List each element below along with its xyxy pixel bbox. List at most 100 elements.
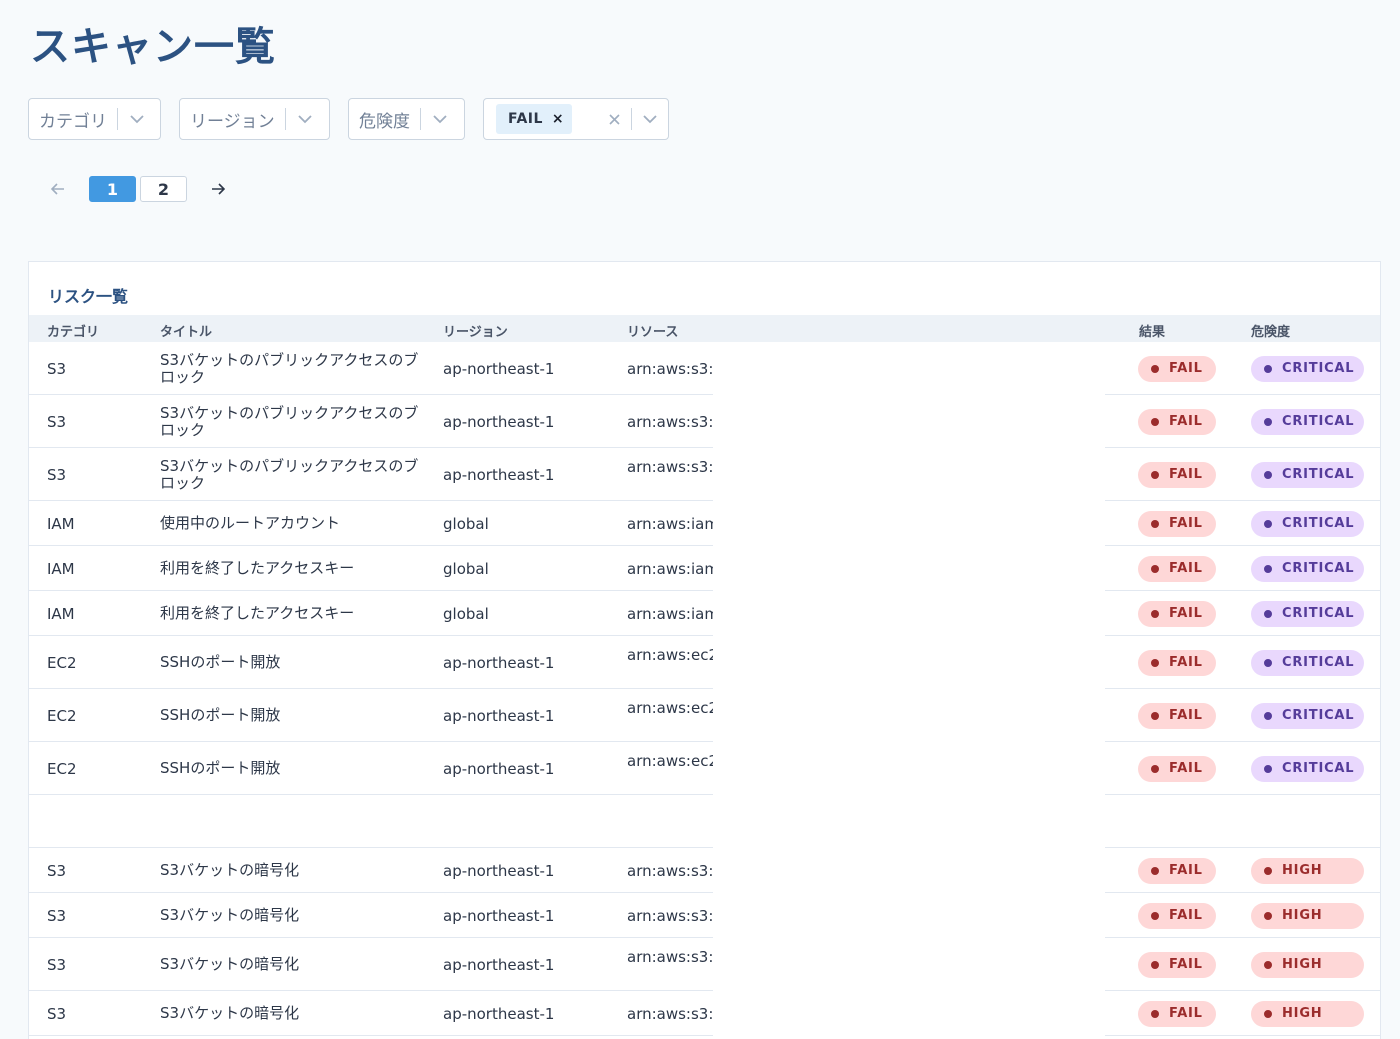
page-title: スキャン一覧 — [30, 24, 276, 70]
dot-icon — [1151, 960, 1159, 969]
dot-icon — [1151, 711, 1159, 720]
table-row[interactable]: EC2 SSHのポート開放 ap-northeast-1 arn:aws:ec2 FAI… — [29, 689, 1380, 742]
table-row[interactable]: IAM 使用中のルートアカウント global arn:aws:iam: FAIL CRI… — [29, 501, 1380, 546]
chevron-down-icon[interactable] — [286, 99, 324, 139]
severity-filter[interactable]: 危険度 — [348, 98, 465, 140]
result-badge-label: FAIL — [1169, 467, 1203, 482]
dot-icon — [1151, 658, 1159, 667]
severity-badge: CRITICAL — [1251, 600, 1364, 627]
severity-badge-label: CRITICAL — [1282, 516, 1355, 531]
category-filter[interactable]: カテゴリ — [28, 98, 161, 140]
table-row[interactable]: S3 S3バケットの暗号化 ap-northeast-1 arn:aws:s3:: FA… — [29, 848, 1380, 893]
dot-icon — [1151, 417, 1159, 426]
cell-category: S3 — [47, 359, 67, 378]
severity-badge-label: CRITICAL — [1282, 561, 1355, 576]
cell-title: S3バケットの暗号化 — [160, 954, 300, 973]
table-row[interactable]: S3 S3バケットのパブリックアクセスのブロック ap-northeast-1 arn… — [29, 448, 1380, 501]
arrow-left-icon[interactable] — [44, 175, 72, 203]
severity-badge: CRITICAL — [1251, 461, 1364, 488]
severity-badge: CRITICAL — [1251, 355, 1364, 382]
result-badge: FAIL — [1138, 555, 1216, 582]
cell-title: SSHのポート開放 — [160, 652, 281, 671]
cell-title: S3バケットのパブリックアクセスのブロック — [160, 456, 419, 492]
table-row[interactable]: S3 S3バケットの暗号化 ap-northeast-1 arn:aws:s3:: FA… — [29, 893, 1380, 938]
table-header: カテゴリ タイトル リージョン リソース 結果 危険度 — [29, 315, 1380, 342]
cell-resource: arn:aws:s3:: — [627, 906, 713, 925]
dot-icon — [1264, 609, 1272, 618]
result-badge: FAIL — [1138, 649, 1216, 676]
cell-category: S3 — [47, 412, 67, 431]
result-badge: FAIL — [1138, 702, 1216, 729]
severity-badge-label: HIGH — [1282, 957, 1323, 972]
header-category: カテゴリ — [47, 325, 100, 340]
cell-resource: arn:aws:s3:: — [627, 1004, 713, 1023]
table-row[interactable]: S3 S3バケットのパブリックアクセスのブロック ap-northeast-1 arn… — [29, 342, 1380, 395]
severity-badge: HIGH — [1251, 1000, 1364, 1027]
dot-icon — [1151, 609, 1159, 618]
result-badge: FAIL — [1138, 1000, 1216, 1027]
page-button-2[interactable]: 2 — [140, 176, 187, 202]
page-button-1[interactable]: 1 — [89, 176, 136, 202]
cell-region: ap-northeast-1 — [443, 955, 555, 974]
result-badge-label: FAIL — [1169, 863, 1203, 878]
cell-resource: arn:aws:s3:: — [627, 412, 713, 431]
dot-icon — [1264, 564, 1272, 573]
cell-resource: arn:aws:s3:: — [627, 861, 713, 880]
cell-region: ap-northeast-1 — [443, 906, 555, 925]
severity-badge: CRITICAL — [1251, 408, 1364, 435]
result-badge-label: FAIL — [1169, 414, 1203, 429]
region-filter[interactable]: リージョン — [179, 98, 330, 140]
table-row[interactable]: S3 S3バケットのパブリックアクセスのブロック ap-northeast-1 arn… — [29, 395, 1380, 448]
dot-icon — [1151, 764, 1159, 773]
table-row[interactable]: IAM 利用を終了したアクセスキー global arn:aws:iam: FAIL CR… — [29, 546, 1380, 591]
category-filter-placeholder: カテゴリ — [39, 111, 107, 132]
severity-badge-label: HIGH — [1282, 863, 1323, 878]
chevron-down-icon[interactable] — [118, 99, 156, 139]
dot-icon — [1151, 866, 1159, 875]
table-row[interactable] — [29, 795, 1380, 848]
region-filter-placeholder: リージョン — [190, 111, 275, 132]
dot-icon — [1264, 960, 1272, 969]
cell-category: EC2 — [47, 759, 77, 778]
cell-category: EC2 — [47, 706, 77, 725]
cell-category: S3 — [47, 861, 67, 880]
tag-remove-icon[interactable]: × — [552, 111, 564, 127]
table-row[interactable]: EC2 SSHのポート開放 ap-northeast-1 arn:aws:ec2 FAI… — [29, 636, 1380, 689]
cell-region: ap-northeast-1 — [443, 412, 555, 431]
table-row[interactable]: IAM 利用を終了したアクセスキー global arn:aws:iam: FAIL CR… — [29, 591, 1380, 636]
cell-region: ap-northeast-1 — [443, 861, 555, 880]
dot-icon — [1264, 519, 1272, 528]
arrow-right-icon[interactable] — [204, 175, 232, 203]
cell-region: global — [443, 514, 489, 533]
chevron-down-icon[interactable] — [421, 99, 459, 139]
result-badge-label: FAIL — [1169, 606, 1203, 621]
cell-category: EC2 — [47, 653, 77, 672]
filter-bar: カテゴリ リージョン 危険度 FAIL × — [28, 98, 669, 140]
dot-icon — [1264, 470, 1272, 479]
cell-region: ap-northeast-1 — [443, 359, 555, 378]
result-badge-label: FAIL — [1169, 516, 1203, 531]
severity-badge-label: CRITICAL — [1282, 414, 1355, 429]
table-row[interactable]: S3 S3バケットの暗号化 ap-northeast-1 arn:aws:s3:: FA… — [29, 938, 1380, 991]
cell-title: S3バケットの暗号化 — [160, 860, 300, 879]
chevron-down-icon[interactable] — [632, 99, 668, 139]
result-badge: FAIL — [1138, 510, 1216, 537]
cell-region: ap-northeast-1 — [443, 1004, 555, 1023]
cell-category: IAM — [47, 604, 75, 623]
severity-badge-label: CRITICAL — [1282, 655, 1355, 670]
cell-title: S3バケットのパブリックアクセスのブロック — [160, 350, 419, 386]
cell-resource: arn:aws:iam: — [627, 604, 713, 623]
severity-badge-label: CRITICAL — [1282, 761, 1355, 776]
result-badge: FAIL — [1138, 755, 1216, 782]
result-filter[interactable]: FAIL × — [483, 98, 669, 140]
table-row[interactable]: EC2 SSHのポート開放 ap-northeast-1 arn:aws:ec2 FAI… — [29, 742, 1380, 795]
table-title: リスク一覧 — [48, 287, 129, 306]
close-icon[interactable] — [598, 113, 631, 125]
cell-title: SSHのポート開放 — [160, 705, 281, 724]
cell-resource: arn:aws:iam: — [627, 514, 713, 533]
cell-region: global — [443, 559, 489, 578]
cell-category: S3 — [47, 465, 67, 484]
table-row[interactable]: S3 S3バケットの暗号化 ap-northeast-1 arn:aws:s3:: FA… — [29, 991, 1380, 1036]
dot-icon — [1264, 711, 1272, 720]
dot-icon — [1151, 911, 1159, 920]
